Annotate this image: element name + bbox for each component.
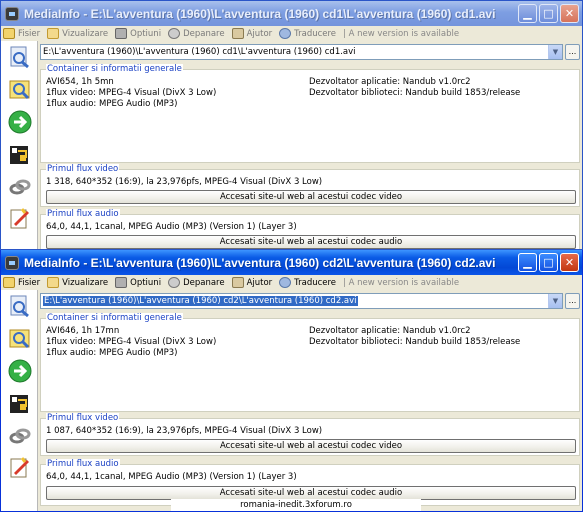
library-developer: Dezvoltator biblioteci: Nandub build 185… [309, 88, 521, 98]
menu-bar: Fisier Vizualizare Optiuni Depanare Ajut… [1, 26, 582, 41]
next-icon[interactable] [7, 358, 32, 383]
open-file-icon[interactable] [7, 293, 32, 318]
close-button[interactable]: ✕ [560, 253, 579, 272]
audio-stream-info: 64,0, 44,1, 1canal, MPEG Audio (MP3) (Ve… [46, 472, 297, 482]
mediainfo-window-cd1[interactable]: MediaInfo - E:\L'avventura (1960)\L'avve… [0, 0, 583, 250]
debug-icon [168, 277, 181, 288]
title-bar[interactable]: MediaInfo - E:\L'avventura (1960)\L'avve… [1, 1, 582, 26]
open-file-icon [3, 28, 15, 39]
audio-codec-website-button[interactable]: Accesati site-ul web al acestui codec au… [46, 486, 576, 500]
general-info-group: Container si informatii generale AVI646,… [40, 313, 580, 412]
export-icon[interactable] [7, 391, 32, 416]
menu-optiuni[interactable]: Optiuni [115, 28, 161, 39]
video-stream-count: 1flux video: MPEG-4 Visual (DivX 3 Low) [46, 337, 217, 347]
file-path-text: E:\L'avventura (1960)\L'avventura (1960)… [43, 296, 358, 306]
menu-fisier[interactable]: Fisier [3, 277, 40, 288]
audio-stream-info: 64,0, 44,1, 1canal, MPEG Audio (MP3) (Ve… [46, 222, 297, 232]
menu-vizualizare[interactable]: Vizualizare [47, 28, 108, 39]
view-icon [47, 28, 60, 39]
menu-bar: Fisier Vizualizare Optiuni Depanare Ajut… [1, 275, 582, 290]
edit-icon[interactable] [7, 205, 32, 230]
window-title: MediaInfo - E:\L'avventura (1960)\L'avve… [24, 255, 496, 270]
view-icon [47, 277, 60, 288]
group-title: Container si informatii generale [46, 64, 183, 74]
menu-depanare[interactable]: Depanare [168, 277, 225, 288]
link-icon[interactable] [7, 174, 32, 199]
mediainfo-app-icon [5, 6, 19, 21]
main-panel: E:\L'avventura (1960)\L'avventura (1960)… [38, 290, 582, 511]
library-developer: Dezvoltator biblioteci: Nandub build 185… [309, 337, 521, 347]
open-file-icon[interactable] [7, 44, 32, 69]
menu-depanare[interactable]: Depanare [168, 28, 225, 39]
video-stream-info: 1 318, 640*352 (16:9), la 23,976pfs, MPE… [46, 177, 323, 187]
menu-traducere[interactable]: Traducere [279, 277, 336, 288]
group-title: Primul flux audio [46, 209, 120, 219]
video-stream-group: Primul flux video 1 318, 640*352 (16:9),… [40, 164, 580, 207]
menu-optiuni[interactable]: Optiuni [115, 277, 161, 288]
title-bar[interactable]: MediaInfo - E:\L'avventura (1960)\L'avve… [1, 250, 582, 275]
video-stream-info: 1 087, 640*352 (16:9), la 23,976pfs, MPE… [46, 426, 323, 436]
menu-vizualizare[interactable]: Vizualizare [47, 277, 108, 288]
file-path-combobox[interactable]: E:\L'avventura (1960)\L'avventura (1960)… [40, 44, 563, 60]
toolbar-sidebar [1, 41, 38, 249]
search-icon[interactable] [7, 326, 32, 351]
group-title: Primul flux video [46, 413, 120, 423]
window-title: MediaInfo - E:\L'avventura (1960)\L'avve… [24, 6, 496, 21]
watermark-text: romania-inedit.3xforum.ro [171, 499, 421, 511]
video-stream-count: 1flux video: MPEG-4 Visual (DivX 3 Low) [46, 88, 217, 98]
chevron-down-icon[interactable]: ▼ [548, 294, 562, 308]
video-stream-group: Primul flux video 1 087, 640*352 (16:9),… [40, 413, 580, 456]
export-icon[interactable] [7, 142, 32, 167]
browse-button[interactable]: ... [565, 44, 580, 60]
file-path-combobox[interactable]: E:\L'avventura (1960)\L'avventura (1960)… [40, 293, 563, 309]
menu-fisier[interactable]: Fisier [3, 28, 40, 39]
menu-traducere[interactable]: Traducere [279, 28, 336, 39]
audio-stream-count: 1flux audio: MPEG Audio (MP3) [46, 99, 178, 109]
audio-stream-count: 1flux audio: MPEG Audio (MP3) [46, 348, 178, 358]
mediainfo-window-cd2[interactable]: MediaInfo - E:\L'avventura (1960)\L'avve… [0, 250, 583, 512]
audio-stream-group: Primul flux audio 64,0, 44,1, 1canal, MP… [40, 209, 580, 249]
options-icon [115, 277, 128, 288]
menu-ajutor[interactable]: Ajutor [231, 28, 272, 39]
container-info: AVI646, 1h 17mn [46, 326, 120, 336]
new-version-notice[interactable]: | A new version is available [343, 29, 459, 39]
group-title: Container si informatii generale [46, 313, 183, 323]
maximize-button[interactable]: □ [539, 253, 558, 272]
group-title: Primul flux audio [46, 459, 120, 469]
help-icon [231, 28, 244, 39]
new-version-notice[interactable]: | A new version is available [343, 278, 459, 288]
help-icon [231, 277, 244, 288]
container-info: AVI654, 1h 5mn [46, 77, 114, 87]
next-icon[interactable] [7, 109, 32, 134]
chevron-down-icon[interactable]: ▼ [548, 45, 562, 59]
app-developer: Dezvoltator aplicatie: Nandub v1.0rc2 [309, 326, 471, 336]
debug-icon [168, 28, 181, 39]
browse-button[interactable]: ... [565, 293, 580, 309]
minimize-button[interactable]: ▁ [518, 253, 537, 272]
options-icon [115, 28, 128, 39]
toolbar-sidebar [1, 290, 38, 511]
close-button[interactable]: ✕ [560, 4, 579, 23]
video-codec-website-button[interactable]: Accesati site-ul web al acestui codec vi… [46, 190, 576, 204]
edit-icon[interactable] [7, 454, 32, 479]
minimize-button[interactable]: ▁ [518, 4, 537, 23]
app-developer: Dezvoltator aplicatie: Nandub v1.0rc2 [309, 77, 471, 87]
general-info-group: Container si informatii generale AVI654,… [40, 64, 580, 163]
open-file-icon [3, 277, 15, 288]
group-title: Primul flux video [46, 164, 120, 174]
maximize-button[interactable]: □ [539, 4, 558, 23]
audio-codec-website-button[interactable]: Accesati site-ul web al acestui codec au… [46, 235, 576, 249]
main-panel: E:\L'avventura (1960)\L'avventura (1960)… [38, 41, 582, 249]
video-codec-website-button[interactable]: Accesati site-ul web al acestui codec vi… [46, 439, 576, 453]
mediainfo-app-icon [5, 255, 19, 270]
search-icon[interactable] [7, 77, 32, 102]
link-icon[interactable] [7, 423, 32, 448]
menu-ajutor[interactable]: Ajutor [231, 277, 272, 288]
file-path-text: E:\L'avventura (1960)\L'avventura (1960)… [43, 47, 356, 57]
translate-icon [279, 28, 292, 39]
translate-icon [279, 277, 292, 288]
